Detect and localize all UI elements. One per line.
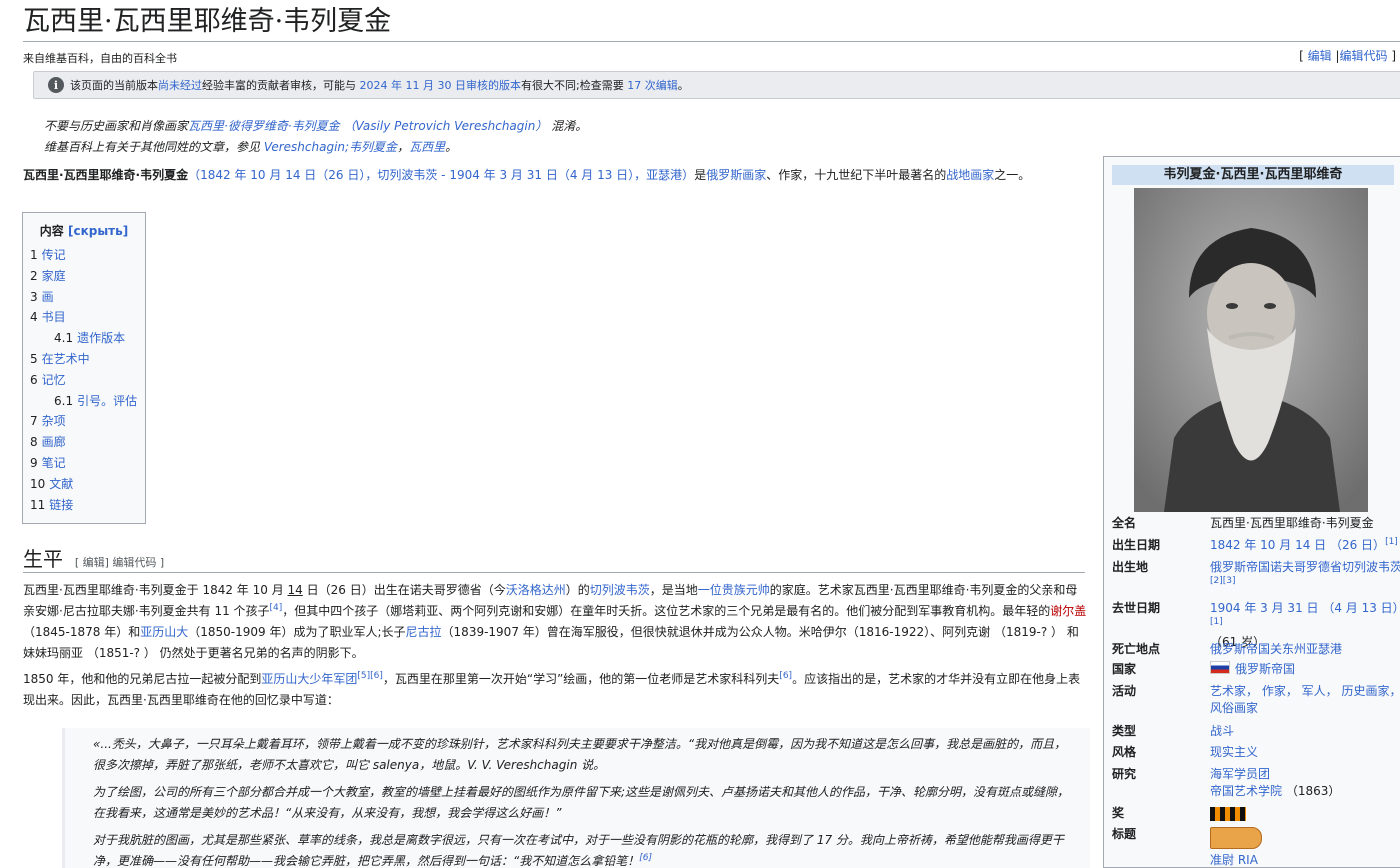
- hatnote-link-vasily[interactable]: 瓦西里: [409, 140, 445, 154]
- hatnote-see-also: 维基百科上有关于其他同姓的文章，参见 Vereshchagin;韦列夏金，瓦西里…: [44, 140, 458, 154]
- infobox-row: 出生地 俄罗斯帝国诺夫哥罗德省切列波韦茨[2][3]: [1112, 560, 1400, 586]
- toc-item-6-1[interactable]: 6.1 引号。评估: [30, 391, 145, 412]
- ref-6[interactable]: [6]: [779, 671, 792, 681]
- infobox-row: 国家 俄罗斯帝国: [1112, 661, 1296, 676]
- biography-paragraph-2: 1850 年，他和他的兄弟尼古拉一起被分配到亚历山大少年军团[5][6]，瓦西里…: [23, 671, 1081, 708]
- toc-item-7[interactable]: 7 杂项: [30, 411, 145, 432]
- infobox-row: 出生日期 1842 年 10 月 14 日 （26 日）[1]: [1112, 537, 1398, 553]
- hatnote-link-vereshchagin[interactable]: Vereshchagin;: [264, 140, 349, 154]
- link-vologda[interactable]: 沃洛格达州: [506, 583, 566, 597]
- unreviewed-link[interactable]: 尚未经过: [158, 79, 202, 92]
- portrait-photo[interactable]: [1134, 188, 1368, 512]
- quote-paragraph: 对于我肮脏的图画，尤其是那些紧张、草率的线条，我总是离数字很远，只有一次在考试中…: [93, 833, 1064, 868]
- hatnote-link-latin[interactable]: （Vasily Petrovich Vereshchagin）: [343, 119, 547, 133]
- quote-paragraph: 为了绘图，公司的所有三个部分都合并成一个大教室，教室的墙壁上挂着最好的图纸作为原…: [93, 785, 1070, 820]
- ref-5-6[interactable]: [5][6]: [357, 671, 383, 681]
- russian-painter-link[interactable]: 俄罗斯画家: [706, 168, 766, 182]
- toc-hide-toggle[interactable]: [скрыть]: [68, 224, 128, 238]
- link-marshal-of-nobility[interactable]: 一位贵族元帅: [698, 583, 770, 597]
- infobox-row: 活动 艺术家， 作家， 军人， 历史画家， 风俗画家: [1112, 684, 1400, 715]
- st-george-ribbon-icon: [1210, 807, 1246, 821]
- hatnote-disambiguation: 不要与历史画家和肖像画家瓦西里·彼得罗维奇·韦列夏金 （Vasily Petro…: [44, 119, 588, 133]
- info-icon: i: [48, 77, 64, 93]
- toc-item-1[interactable]: 1 传记: [30, 245, 145, 266]
- biography-paragraph-1: 瓦西里·瓦西里耶维奇·韦列夏金于 1842 年 10 月 14 日（26 日）出…: [23, 583, 1087, 660]
- russian-flag-icon: [1210, 661, 1230, 674]
- infobox-row: 风格 现实主义: [1112, 745, 1259, 759]
- title-divider: [23, 41, 1400, 42]
- hatnote-link-surname[interactable]: 韦列夏金: [349, 140, 397, 154]
- infobox-row: 类型 战斗: [1112, 724, 1235, 738]
- infobox-row: 研究 海军学员团 帝国艺术学院 （1863）: [1112, 767, 1341, 798]
- hatnote-link-vasily-petrovich[interactable]: 瓦西里·彼得罗维奇·韦列夏金: [188, 119, 340, 133]
- infobox-row: 死亡地点 俄罗斯帝国关东州亚瑟港: [1112, 642, 1343, 656]
- toc-item-6[interactable]: 6 记忆: [30, 370, 145, 391]
- link-nikolai[interactable]: 尼古拉: [406, 625, 442, 639]
- memoir-quote: «...秃头，大鼻子，一只耳朵上戴着耳环，领带上戴着一成不变的珍珠别针，艺术家科…: [62, 728, 1090, 868]
- reviewed-version-link[interactable]: 2024 年 11 月 30 日审核的版本: [360, 79, 521, 92]
- lead-paragraph: 瓦西里·瓦西里耶维奇·韦列夏金（1842 年 10 月 14 日（26 日），切…: [23, 168, 1031, 182]
- toc-item-11[interactable]: 11 链接: [30, 495, 145, 516]
- quote-paragraph: «...秃头，大鼻子，一只耳朵上戴着耳环，领带上戴着一成不变的珍珠别针，艺术家科…: [93, 737, 1067, 772]
- toc-list: 1 传记 2 家庭 3 画 4 书目 4.1 遗作版本 5 在艺术中 6 记忆 6.1 引号。评估 7 杂项 8 画廊…: [23, 245, 145, 515]
- toc-item-3[interactable]: 3画: [30, 287, 145, 308]
- link-cherepovets[interactable]: 切列波韦茨: [590, 583, 650, 597]
- table-of-contents: 内容 [скрыть] 1 传记 2 家庭 3 画 4 书目 4.1 遗作版本 5 在艺术中 6 记忆 6.…: [22, 212, 146, 524]
- toc-item-4-1[interactable]: 4.1 遗作版本: [30, 328, 145, 349]
- toc-item-4[interactable]: 4 书目: [30, 307, 145, 328]
- subject-name: 瓦西里·瓦西里耶维奇·韦列夏金: [23, 168, 189, 182]
- war-painter-link[interactable]: 战地画家: [946, 168, 994, 182]
- section-heading-biography: 生平 [ 编辑] 编辑代码 ]: [23, 542, 1085, 573]
- section-title: 生平: [23, 547, 63, 571]
- tagline: 来自维基百科，自由的百科全书: [23, 52, 177, 65]
- lead-dates-link[interactable]: （1842 年 10 月 14 日（26 日），切列波韦茨 - 1904 年 3…: [188, 168, 694, 182]
- infobox-row: 标题 准尉 RIA: [1112, 826, 1400, 867]
- link-alexander[interactable]: 亚历山大: [140, 625, 188, 639]
- shoulder-strap-icon: [1210, 827, 1262, 849]
- ref-6[interactable]: [6]: [639, 853, 652, 863]
- toc-item-5[interactable]: 5 在艺术中: [30, 349, 145, 370]
- toc-item-9[interactable]: 9 笔记: [30, 453, 145, 474]
- infobox-row: 奖: [1112, 805, 1400, 826]
- link-sergei[interactable]: 谢尔盖: [1050, 604, 1086, 618]
- infobox-row: 全名 瓦西里·瓦西里耶维奇·韦列夏金: [1112, 516, 1374, 530]
- page-title: 瓦西里·瓦西里耶维奇·韦列夏金: [23, 6, 392, 37]
- review-notice: i 该页面的当前版本尚未经过经验丰富的贡献者审核，可能与 2024 年 11 月…: [33, 71, 1400, 99]
- review-text: 该页面的当前版本尚未经过经验丰富的贡献者审核，可能与 2024 年 11 月 3…: [70, 79, 689, 92]
- toc-item-10[interactable]: 10 文献: [30, 474, 145, 495]
- top-edit-links: [ 编辑 |编辑代码 ]: [1299, 49, 1396, 63]
- toc-item-8[interactable]: 8 画廊: [30, 432, 145, 453]
- edit-code-link[interactable]: 编辑代码: [1339, 49, 1387, 63]
- edits-count-link[interactable]: 17 次编辑: [627, 79, 678, 92]
- infobox-title: 韦列夏金·瓦西里·瓦西里耶维奇: [1112, 165, 1394, 185]
- toc-item-2[interactable]: 2 家庭: [30, 266, 145, 287]
- link-cadet-corps[interactable]: 亚历山大少年军团: [261, 672, 357, 686]
- edit-link[interactable]: 编辑: [1308, 49, 1332, 63]
- ref-4[interactable]: [4]: [270, 603, 283, 613]
- section-edit-links[interactable]: [ 编辑] 编辑代码 ]: [75, 556, 164, 569]
- infobox: 韦列夏金·瓦西里·瓦西里耶维奇 全名 瓦西里·瓦西里耶维奇·韦列夏金出生日期 184…: [1103, 156, 1400, 868]
- toc-title: 内容 [скрыть]: [39, 224, 129, 238]
